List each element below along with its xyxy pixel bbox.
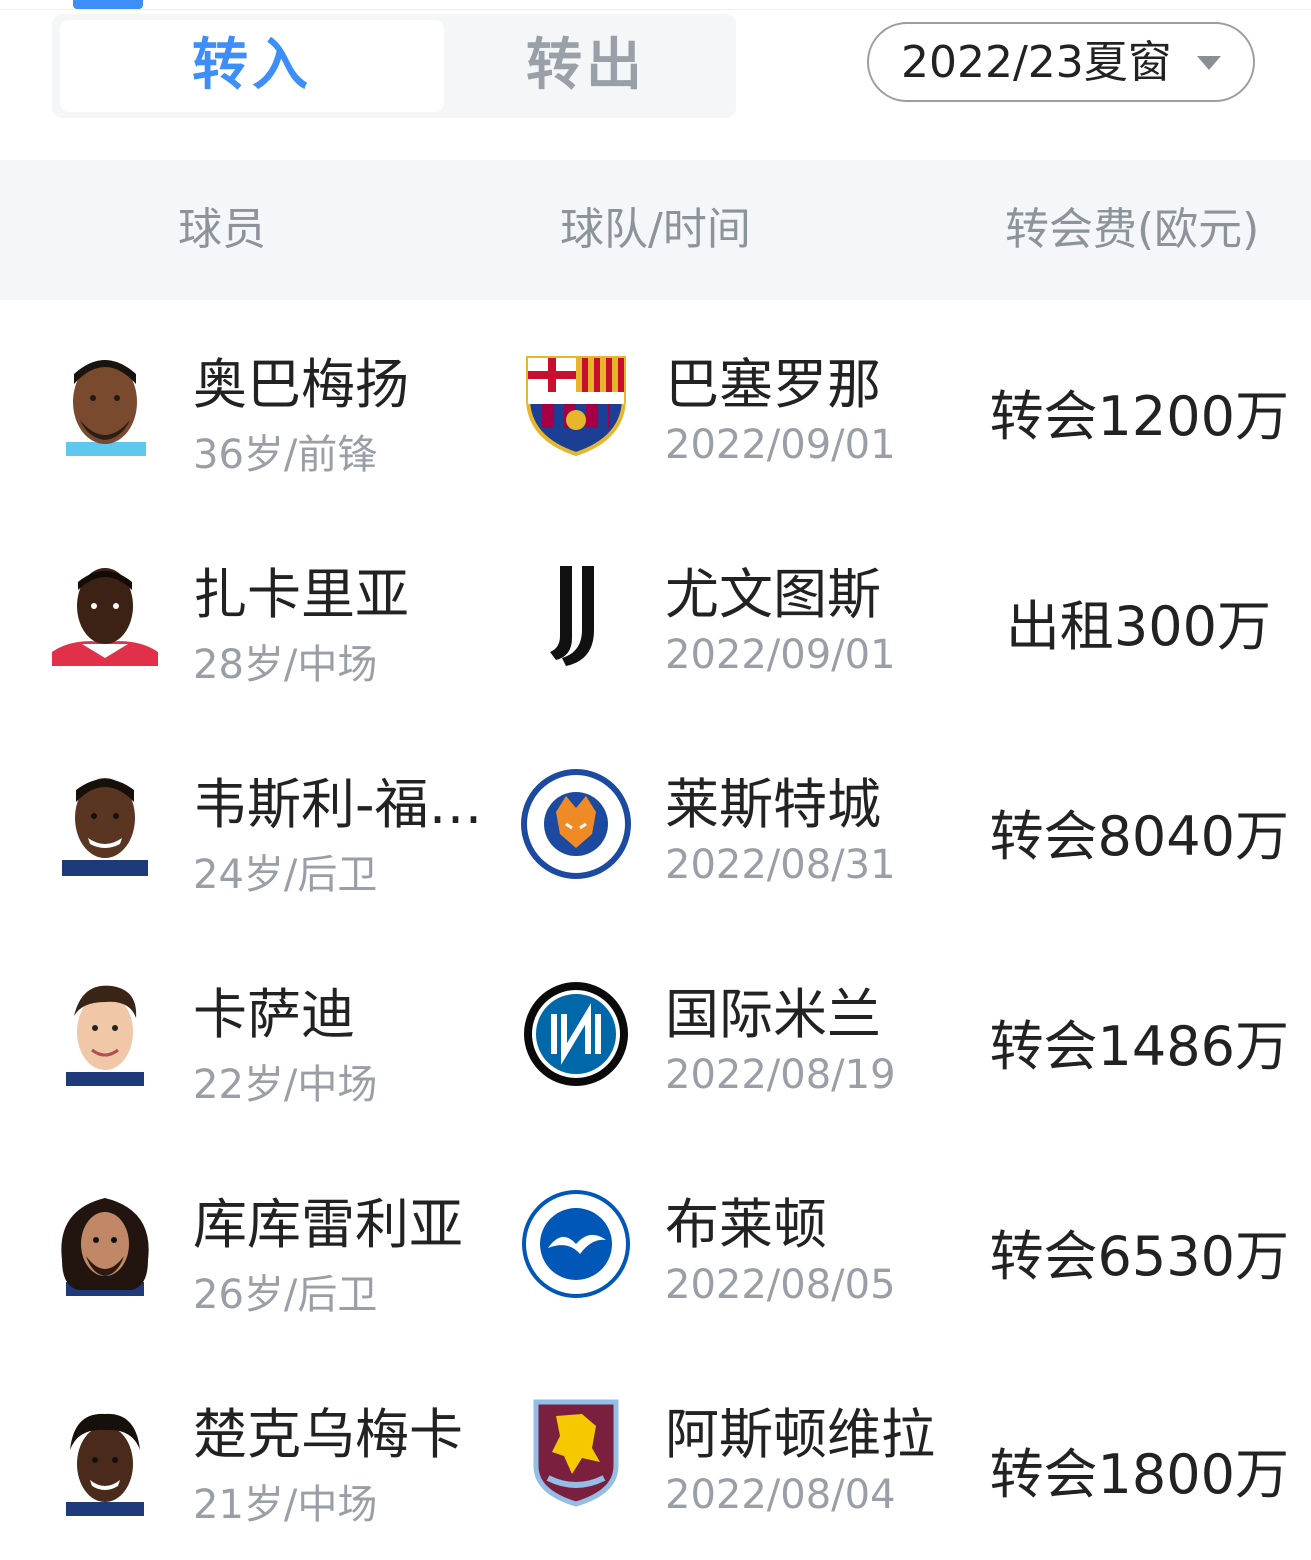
barcelona-crest-icon <box>526 356 626 457</box>
table-row[interactable]: 楚克乌梅卡 21岁/中场 阿斯顿维拉 2022/08/04 转会1800万 <box>0 1350 1311 1560</box>
transfer-date: 2022/08/04 <box>665 1472 896 1518</box>
player-name: 奥巴梅扬 <box>193 353 409 416</box>
divider <box>0 9 1311 10</box>
player-meta: 36岁/前锋 <box>193 432 378 478</box>
transfer-fee: 转会6530万 <box>989 1225 1289 1288</box>
club-name: 阿斯顿维拉 <box>665 1403 935 1466</box>
transfer-fee: 转会1800万 <box>989 1443 1289 1506</box>
club-name: 尤文图斯 <box>665 563 881 626</box>
player-name: 韦斯利-福… <box>193 773 483 836</box>
player-avatar <box>66 985 144 1086</box>
player-name: 卡萨迪 <box>193 983 355 1046</box>
table-row[interactable]: 库库雷利亚 26岁/后卫 布莱顿 2022/08/05 转会6530万 <box>0 1140 1311 1350</box>
player-name: 楚克乌梅卡 <box>193 1403 463 1466</box>
tab-transfer-in[interactable]: 转入 <box>60 20 444 112</box>
transfer-date: 2022/08/19 <box>665 1052 896 1098</box>
season-select[interactable]: 2022/23夏窗 <box>867 22 1255 102</box>
leicester-crest-icon <box>521 769 631 879</box>
player-avatar <box>62 778 148 876</box>
player-name: 扎卡里亚 <box>193 563 409 626</box>
transfer-date: 2022/09/01 <box>665 422 896 468</box>
season-select-value: 2022/23夏窗 <box>901 37 1172 88</box>
brighton-crest-icon <box>522 1190 630 1298</box>
transfer-fee: 转会1200万 <box>989 385 1289 448</box>
inter-crest-icon <box>524 982 628 1086</box>
table-row[interactable]: 卡萨迪 22岁/中场 国际米兰 2022/08/19 转会1486万 <box>0 930 1311 1140</box>
player-meta: 21岁/中场 <box>193 1482 378 1528</box>
tab-group: 转入 转出 <box>52 14 736 118</box>
column-header-fee: 转会费(欧元) <box>1005 204 1260 255</box>
player-meta: 22岁/中场 <box>193 1062 378 1108</box>
table-row[interactable]: 扎卡里亚 28岁/中场 尤文图斯 2022/09/01 出租300万 <box>0 510 1311 720</box>
club-name: 莱斯特城 <box>665 773 881 836</box>
player-avatar <box>61 1198 149 1296</box>
caret-down-icon <box>1197 56 1221 70</box>
transfer-fee: 转会8040万 <box>989 805 1289 868</box>
table-header: 球员 球队/时间 转会费(欧元) <box>0 160 1311 300</box>
club-name: 国际米兰 <box>665 983 881 1046</box>
transfer-date: 2022/08/31 <box>665 842 896 888</box>
transfer-date: 2022/08/05 <box>665 1262 896 1308</box>
player-meta: 26岁/后卫 <box>193 1272 378 1318</box>
juventus-logo-icon <box>550 566 594 666</box>
table-row[interactable]: 奥巴梅扬 36岁/前锋 巴塞罗那 2022/09/01 转会1200万 <box>0 300 1311 510</box>
scroll-indicator <box>73 0 143 9</box>
player-avatar <box>52 568 158 666</box>
player-meta: 24岁/后卫 <box>193 852 378 898</box>
player-avatar <box>66 360 146 456</box>
column-header-player: 球员 <box>178 204 266 255</box>
transfer-date: 2022/09/01 <box>665 632 896 678</box>
tab-transfer-out[interactable]: 转出 <box>444 20 728 112</box>
transfer-fee: 转会1486万 <box>989 1015 1289 1078</box>
club-name: 布莱顿 <box>665 1193 827 1256</box>
club-name: 巴塞罗那 <box>665 353 881 416</box>
player-avatar <box>66 1413 144 1516</box>
player-meta: 28岁/中场 <box>193 642 378 688</box>
transfer-fee: 出租300万 <box>1005 595 1271 658</box>
column-header-team-time: 球队/时间 <box>560 204 751 255</box>
aston-villa-crest-icon <box>533 1399 619 1507</box>
table-row[interactable]: 韦斯利-福… 24岁/后卫 莱斯特城 2022/08/31 转会8040万 <box>0 720 1311 930</box>
player-name: 库库雷利亚 <box>193 1193 463 1256</box>
